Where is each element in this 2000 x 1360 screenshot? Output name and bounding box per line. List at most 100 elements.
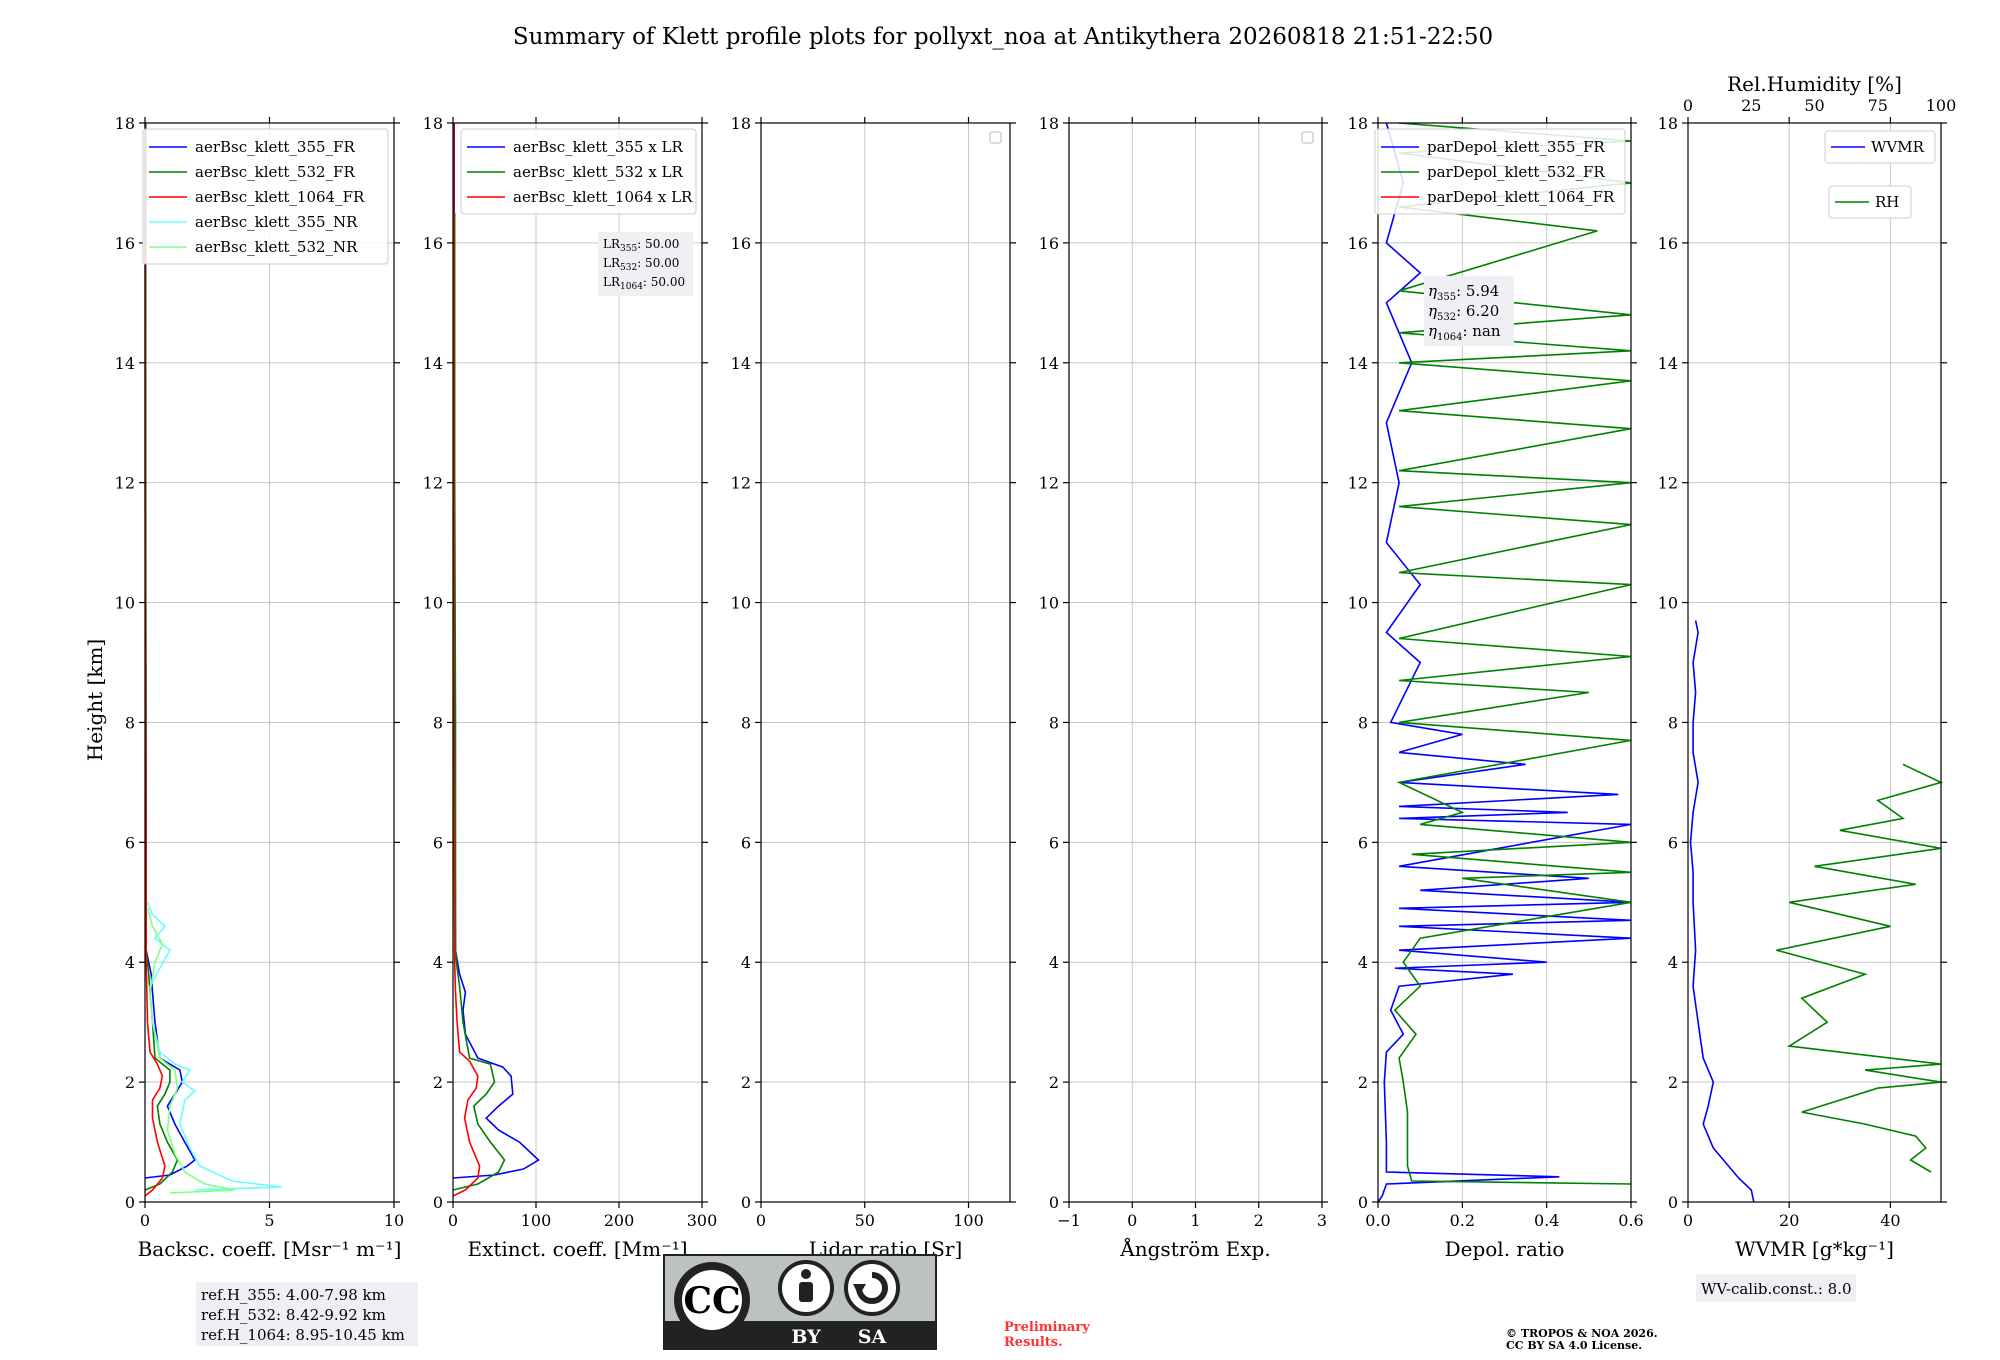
x-axis-label: Depol. ratio	[1445, 1237, 1565, 1261]
ref-height-355: ref.H_355: 4.00-7.98 km	[201, 1286, 386, 1304]
y-tick-label: 18	[1658, 114, 1678, 133]
y-tick-label: 14	[731, 354, 751, 373]
series-line-aerBsc_klett_532_FR	[144, 122, 179, 1191]
x-axis-label: Extinct. coeff. [Mm⁻¹]	[467, 1237, 687, 1261]
y-tick-label: 10	[1348, 594, 1368, 613]
y-tick-label: 12	[115, 474, 135, 493]
y-tick-label: 0	[1049, 1193, 1059, 1212]
legend-entry: aerBsc_klett_532 x LR	[513, 163, 684, 181]
y-tick-label: 18	[423, 114, 443, 133]
legend: WVMR RH	[1824, 130, 1936, 219]
y-tick-label: 4	[741, 953, 751, 972]
y-tick-label: 14	[423, 354, 443, 373]
y-tick-label: 14	[1039, 354, 1059, 373]
ref-height-532: ref.H_532: 8.42-9.92 km	[201, 1306, 386, 1324]
y-tick-label: 6	[1049, 833, 1059, 852]
y-tick-label: 0	[433, 1193, 443, 1212]
panel-1: 0 2 4 6 8 10 12 14 16 18 0 5 10 Backsc. coeff. [Msr⁻¹…	[115, 114, 405, 1261]
y-tick-label: 12	[731, 474, 751, 493]
x-axis-label: WVMR [g*kg⁻¹]	[1735, 1237, 1894, 1261]
x-tick-label: 40	[1880, 1211, 1900, 1230]
x-tick-label: 0.6	[1618, 1211, 1643, 1230]
y-tick-label: 10	[1039, 594, 1059, 613]
legend-entry: aerBsc_klett_355_NR	[195, 213, 358, 231]
x-tick-label: 0	[448, 1211, 458, 1230]
x-axis-label: Ångström Exp.	[1119, 1236, 1270, 1261]
y-tick-label: 4	[1358, 953, 1368, 972]
by-label: BY	[791, 1326, 821, 1348]
y-tick-label: 10	[423, 594, 443, 613]
y-tick-label: 4	[125, 953, 135, 972]
x-tick-label: 20	[1779, 1211, 1799, 1230]
x-tick-label: 2	[1254, 1211, 1264, 1230]
legend-entry: parDepol_klett_532_FR	[1427, 163, 1605, 181]
x-tick-label: 0.2	[1450, 1211, 1475, 1230]
legend-entry: aerBsc_klett_1064 x LR	[513, 188, 693, 206]
y-tick-label: 4	[433, 953, 443, 972]
series-line-RH	[1776, 763, 1944, 1173]
y-tick-label: 8	[1049, 713, 1059, 732]
legend: parDepol_klett_355_FR parDepol_klett_532_…	[1374, 128, 1626, 215]
x2-tick-label: 0	[1683, 96, 1693, 115]
y-tick-label: 8	[125, 713, 135, 732]
x-tick-label: 0	[140, 1211, 150, 1230]
y-tick-label: 6	[741, 833, 751, 852]
y-tick-label: 10	[731, 594, 751, 613]
x-tick-label: 0.0	[1365, 1211, 1390, 1230]
y-tick-label: 2	[125, 1073, 135, 1092]
y-tick-label: 16	[731, 234, 751, 253]
y-tick-label: 12	[1658, 474, 1678, 493]
panel-3: 0246810121416180 50 100Lidar ratio [Sr]	[731, 114, 1016, 1261]
y-tick-label: 12	[1348, 474, 1368, 493]
series-line-aerBsc_klett_532 x LR	[452, 212, 506, 1191]
y-tick-label: 4	[1049, 953, 1059, 972]
x-tick-label: 0.4	[1534, 1211, 1559, 1230]
legend: aerBsc_klett_355_FR aerBsc_klett_532_FRae…	[142, 128, 389, 265]
panel-4: 024681012141618−1 0 1 2 3Ångström Exp.	[1039, 114, 1328, 1261]
legend: aerBsc_klett_355 x LR aerBsc_klett_532 x …	[460, 128, 697, 215]
x-tick-label: 200	[604, 1211, 635, 1230]
y-axis-label: Height [km]	[83, 639, 107, 761]
x-tick-label: 0	[1127, 1211, 1137, 1230]
preliminary-line-2: Results.	[1004, 1335, 1063, 1350]
legend-entry: aerBsc_klett_1064_FR	[195, 188, 365, 206]
y-tick-label: 6	[433, 833, 443, 852]
copyright-line-2: CC BY SA 4.0 License.	[1506, 1339, 1642, 1352]
legend-entry: WVMR	[1871, 138, 1925, 156]
wv-calib-box: WV-calib.const.: 8.0	[1696, 1274, 1856, 1302]
x2-tick-label: 25	[1741, 96, 1761, 115]
y-tick-label: 18	[1348, 114, 1368, 133]
legend-entry: parDepol_klett_1064_FR	[1427, 188, 1615, 206]
y-tick-label: 18	[731, 114, 751, 133]
preliminary-line-1: Preliminary	[1004, 1320, 1090, 1335]
x-tick-label: 10	[384, 1211, 404, 1230]
y-tick-label: 18	[115, 114, 135, 133]
y-tick-label: 2	[433, 1073, 443, 1092]
empty-legend-box	[1301, 131, 1314, 144]
cc-by-sa-badge: CC BY SA	[663, 1254, 937, 1350]
y-tick-label: 14	[1658, 354, 1678, 373]
legend-entry: aerBsc_klett_355_FR	[195, 138, 355, 156]
legend-entry: aerBsc_klett_532_NR	[195, 238, 358, 256]
y-tick-label: 2	[1049, 1073, 1059, 1092]
y-tick-label: 16	[1348, 234, 1368, 253]
y-tick-label: 12	[423, 474, 443, 493]
y-tick-label: 12	[1039, 474, 1059, 493]
y-tick-label: 10	[1658, 594, 1678, 613]
legend-entry: aerBsc_klett_532_FR	[195, 163, 355, 181]
ref-height-1064: ref.H_1064: 8.95-10.45 km	[201, 1326, 405, 1344]
y-tick-label: 16	[1039, 234, 1059, 253]
series-line-aerBsc_klett_355_NR	[146, 901, 283, 1191]
y-tick-label: 18	[1039, 114, 1059, 133]
y-tick-label: 8	[741, 713, 751, 732]
x-tick-label: 50	[855, 1211, 875, 1230]
panels: 0246810121416180 5 10Backsc. coeff. [Msr⁻¹…	[115, 72, 1957, 1261]
x-tick-label: 0	[756, 1211, 766, 1230]
panel-6: 0 2 4 6 8 10 12 14 16 18 0 20 40 WVMR [g*kg⁻¹] 0 25 50 75…	[1658, 72, 1957, 1261]
wv-calib-label: WV-calib.const.: 8.0	[1701, 1280, 1852, 1298]
x-tick-label: 0	[1683, 1211, 1693, 1230]
legend-entry: aerBsc_klett_355 x LR	[513, 138, 684, 156]
x2-tick-label: 50	[1804, 96, 1824, 115]
sa-share-icon	[844, 1260, 900, 1316]
x-tick-label: 100	[953, 1211, 984, 1230]
